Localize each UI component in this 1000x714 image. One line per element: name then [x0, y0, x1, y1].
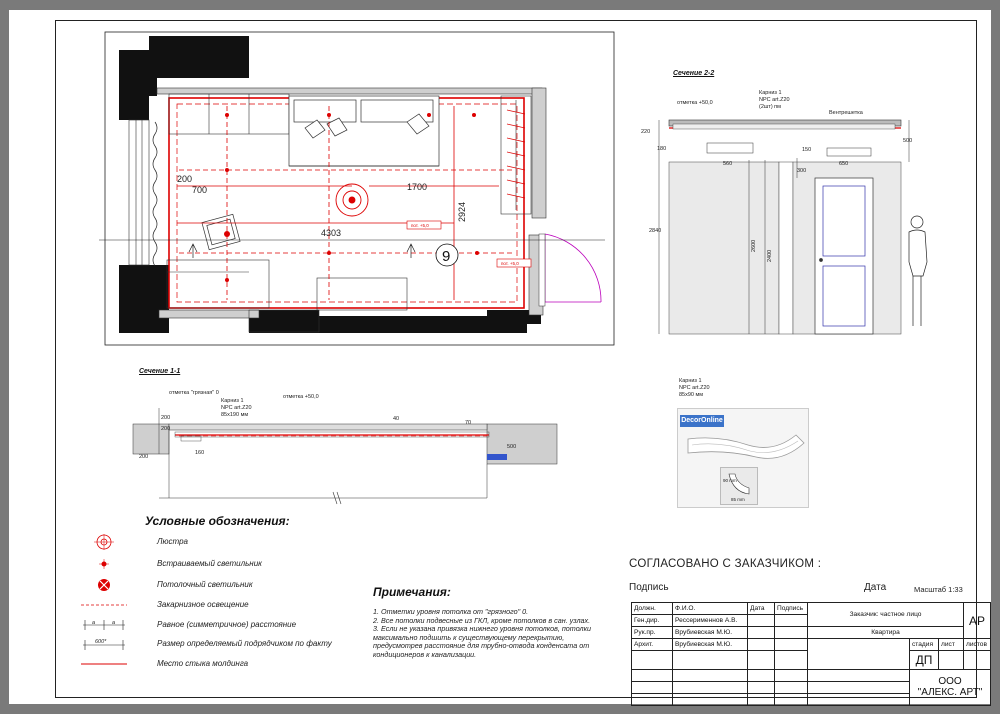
legend-label: Равное (симметричное) расстояние: [157, 620, 297, 629]
stamp-cell: [747, 692, 775, 707]
stamp-header-role: Должн.: [631, 601, 673, 616]
stamp-cell: [774, 638, 808, 652]
stamp-cell: [938, 650, 964, 670]
stamp-cell: [807, 668, 910, 682]
catalog-dim-w: 85 mm: [731, 497, 745, 502]
stamp-cell: [807, 638, 910, 670]
catalog-dim-h: 90 mm: [723, 478, 737, 483]
stamp-company: ООО "АЛЕКС. АРТ": [909, 668, 991, 707]
stamp-cell: [774, 614, 808, 628]
stamp-company-line2: "АЛЕКС. АРТ": [917, 687, 983, 699]
recessed-light-icon: [99, 559, 109, 569]
legend-label: Встраиваемый светильник: [157, 559, 262, 568]
catalog-line3: 85х90 мм: [679, 392, 703, 398]
stamp-listov: листов: [963, 638, 991, 652]
catalog-line1: Карниз 1: [679, 378, 702, 384]
stamp-stage: ДП: [909, 650, 939, 670]
stamp-name-3: Врубиевская М.Ю.: [672, 638, 748, 652]
stamp-cell: [631, 680, 673, 694]
stamp-header-sign: Подпись: [774, 601, 808, 616]
stamp-cell: [774, 680, 808, 694]
stamp-customer: Заказчик: частное лицо: [807, 601, 964, 628]
notes-body: 1. Отметки уровня потолка от "грязного" …: [373, 607, 613, 660]
stamp-cell: [747, 638, 775, 652]
approval-title: СОГЛАСОВАНО С ЗАКАЗЧИКОМ :: [629, 558, 822, 570]
legend-label: Место стыка молдинга: [157, 659, 249, 668]
legend-sym-a: a: [92, 620, 95, 626]
legend-sym-600: 600*: [95, 639, 107, 645]
legend-label: Люстра: [157, 537, 188, 546]
legend-label: Размер определяемый подрядчиком по факту: [157, 639, 332, 648]
ceiling-light-icon: [98, 579, 110, 591]
stamp-cell: [747, 650, 775, 670]
stamp-company-line1: ООО: [938, 676, 962, 688]
stamp-cell: [631, 650, 673, 670]
catalog-inset: 90 mm 85 mm: [720, 467, 758, 505]
stamp-cell: [807, 680, 910, 694]
stamp-object: Квартира: [807, 626, 964, 640]
stamp-cell: [774, 668, 808, 682]
legend-sym-a: a: [112, 620, 115, 626]
title-block: Должн. Ф.И.О. Дата Подпись Заказчик: час…: [631, 601, 991, 707]
stamp-name-2: Врубиевская М.Ю.: [672, 626, 748, 640]
stamp-header-date: Дата: [747, 601, 775, 616]
legend-label: Потолочный светильник: [157, 580, 253, 589]
stamp-list: лист: [938, 638, 964, 652]
cornice-light-line-icon: [81, 604, 127, 606]
note-line: 3. Если не указана привязка нижнего уров…: [373, 624, 591, 659]
stamp-cell: [807, 692, 910, 707]
stamp-stadia: стадия: [909, 638, 939, 652]
stamp-cell: [672, 650, 748, 670]
approval-scale: Масштаб 1:33: [914, 585, 963, 594]
legend-label: Закарнизное освещение: [157, 600, 249, 609]
stamp-role-1: Ген.дир.: [631, 614, 673, 628]
approval-sign-label: Подпись: [629, 582, 669, 593]
catalog-line2: NPC art.Z20: [679, 385, 710, 391]
stamp-header-name: Ф.И.О.: [672, 601, 748, 616]
approval-date-label: Дата: [864, 582, 887, 593]
stamp-cell: [672, 680, 748, 694]
stamp-cell: [774, 626, 808, 640]
stamp-cell: [774, 650, 808, 670]
drawing-sheet: пот. +5,0 пот. +5,0 9 200 700 1700 4303 …: [9, 10, 991, 707]
notes-title: Примечания:: [373, 585, 451, 599]
stamp-cell: [747, 614, 775, 628]
cornice-catalog-image: DecorOnline 90 mm 85 mm: [677, 408, 809, 508]
stamp-cell: [774, 692, 808, 707]
chandelier-icon: [94, 534, 114, 550]
stamp-cell: [963, 650, 991, 670]
legend-title: Условные обозначения:: [145, 514, 290, 528]
stamp-name-1: Рессерименнов А.В.: [672, 614, 748, 628]
stamp-code: АР: [963, 601, 991, 640]
cornice-section-icon: 90 mm 85 mm: [723, 473, 750, 502]
stamp-cell: [631, 668, 673, 682]
contractor-dimension-icon: 600*: [83, 639, 125, 650]
stamp-role-2: Рук.пр.: [631, 626, 673, 640]
stamp-role-3: Архит.: [631, 638, 673, 652]
stamp-cell: [672, 692, 748, 707]
stamp-cell: [631, 692, 673, 707]
molding-joint-icon: [81, 663, 127, 665]
stamp-cell: [747, 668, 775, 682]
stamp-cell: [672, 668, 748, 682]
symmetric-distance-icon: aa: [83, 620, 125, 630]
stamp-cell: [747, 680, 775, 694]
stamp-cell: [747, 626, 775, 640]
